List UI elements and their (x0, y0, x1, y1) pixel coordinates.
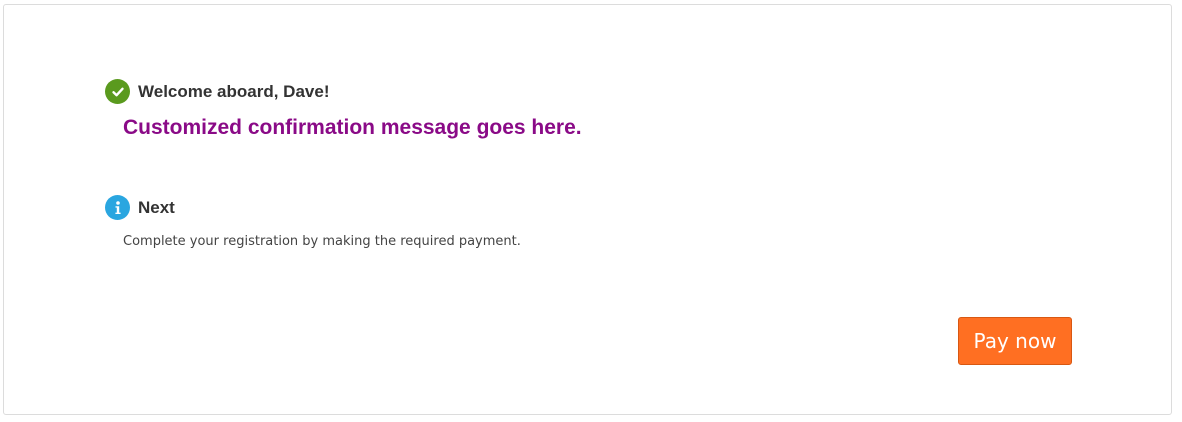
check-circle-icon (105, 79, 130, 104)
welcome-header: Welcome aboard, Dave! (105, 79, 329, 104)
next-description: Complete your registration by making the… (123, 234, 521, 249)
confirmation-message: Customized confirmation message goes her… (123, 116, 582, 139)
next-title: Next (138, 198, 175, 217)
next-header: Next (105, 195, 175, 220)
pay-now-button[interactable]: Pay now (958, 317, 1072, 365)
confirmation-card: Welcome aboard, Dave! Customized confirm… (3, 4, 1172, 415)
info-circle-icon (105, 195, 130, 220)
welcome-title: Welcome aboard, Dave! (138, 82, 330, 101)
